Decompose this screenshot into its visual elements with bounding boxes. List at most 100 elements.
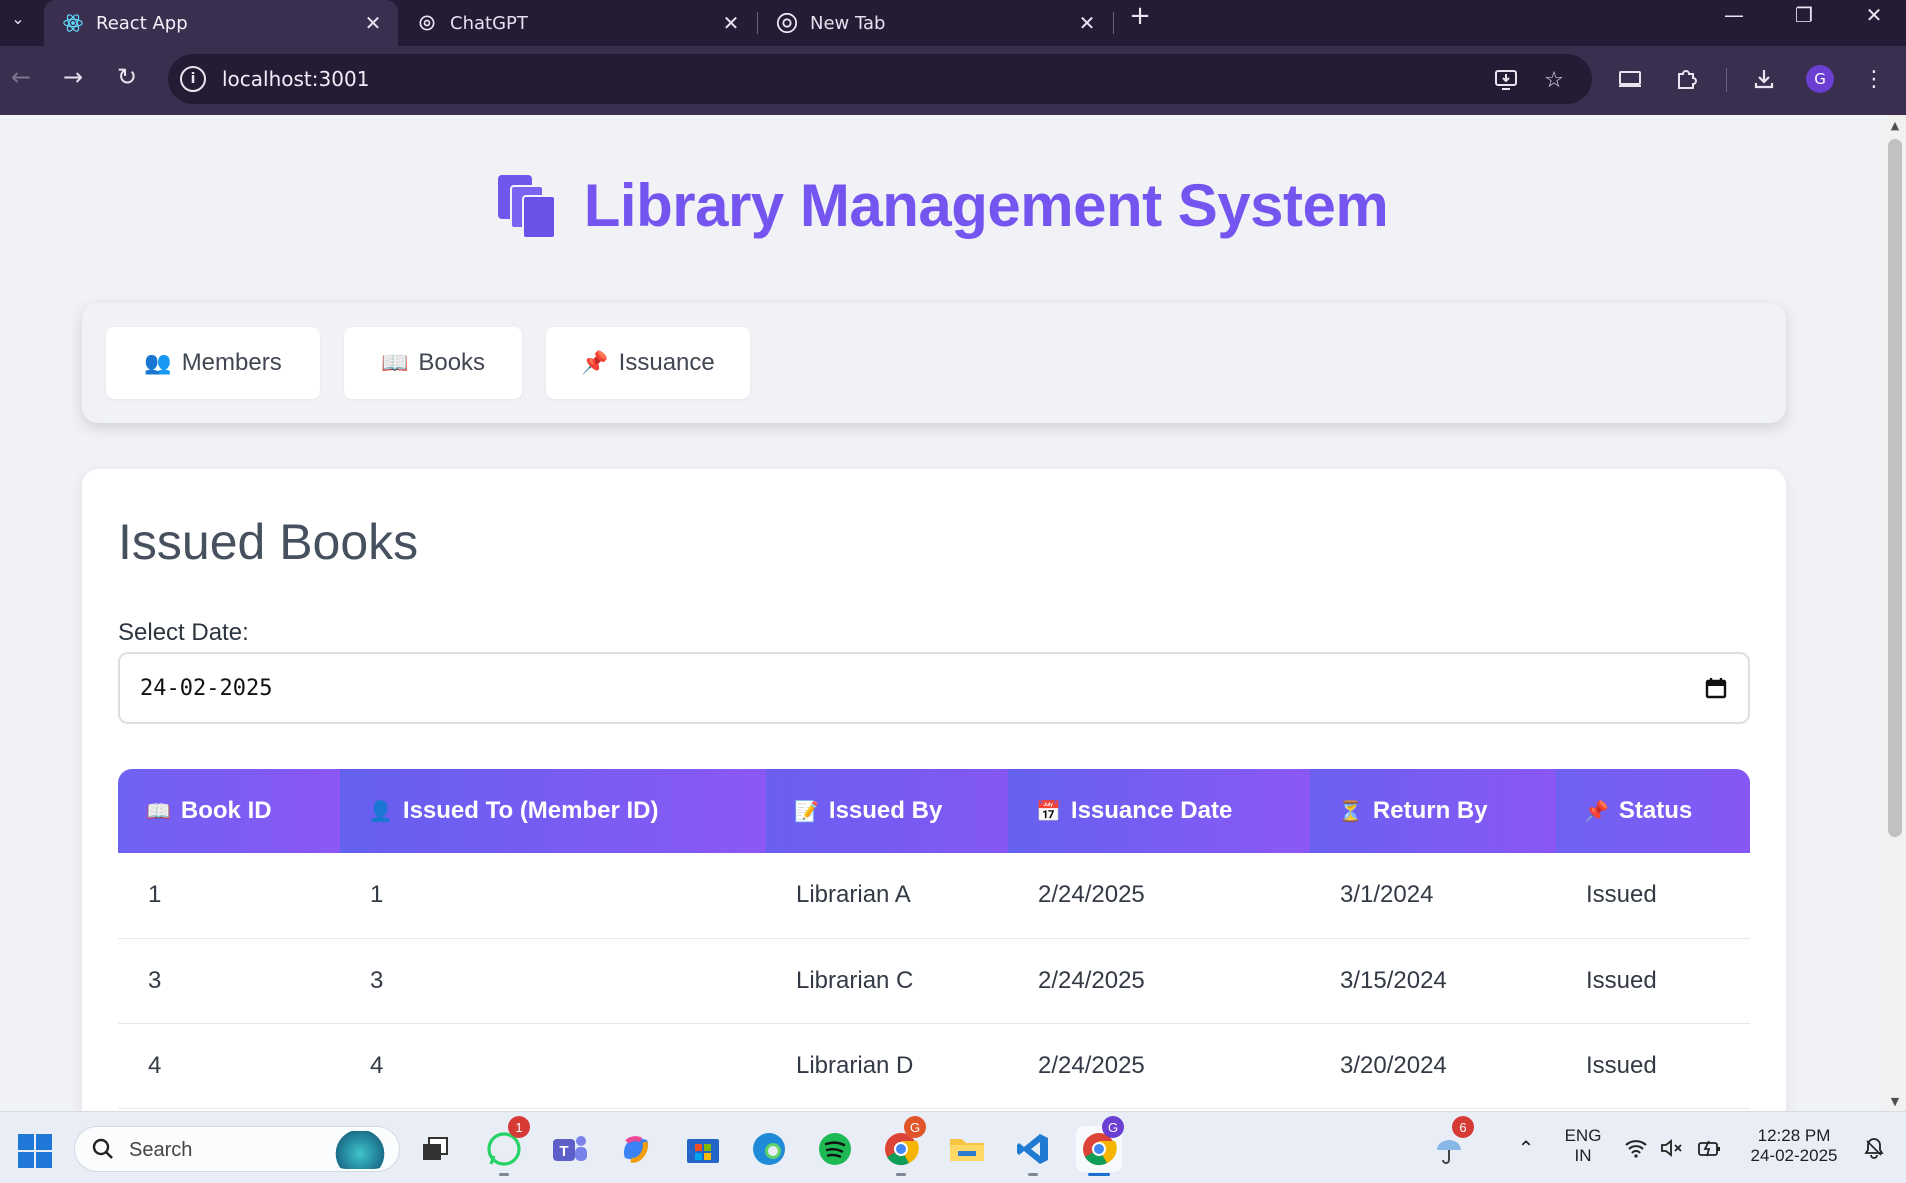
close-icon[interactable]: ✕ xyxy=(720,11,742,35)
browser-tabstrip: ⌄ React App ✕ ChatGPT ✕ New Tab ✕ + — ❐ … xyxy=(0,0,1906,46)
cell-book-id: 1 xyxy=(148,881,162,909)
nav-books-button[interactable]: 📖 Books xyxy=(344,327,522,399)
scroll-down-arrow-icon[interactable]: ▼ xyxy=(1884,1091,1906,1111)
notifications-bell-icon[interactable] xyxy=(1860,1134,1888,1162)
cell-issued-by: Librarian C xyxy=(796,966,914,994)
close-icon[interactable]: ✕ xyxy=(1076,11,1098,35)
cell-return-by: 3/1/2024 xyxy=(1340,881,1434,909)
reload-icon[interactable]: ↻ xyxy=(110,60,144,94)
chrome-profile-badge: G xyxy=(1102,1116,1124,1138)
vscode-icon[interactable] xyxy=(1010,1126,1056,1172)
close-icon[interactable]: ✕ xyxy=(362,11,384,35)
running-indicator xyxy=(499,1173,509,1176)
pushpin-icon: 📌 xyxy=(1584,801,1609,823)
cell-book-id: 4 xyxy=(148,1051,162,1079)
cell-status: Issued xyxy=(1586,1051,1657,1079)
nav-label: Members xyxy=(181,349,282,376)
restore-icon[interactable]: ❐ xyxy=(1776,0,1832,30)
weather-badge: 6 xyxy=(1452,1116,1474,1138)
cell-issuance-date: 2/24/2025 xyxy=(1038,881,1145,909)
language-indicator[interactable]: ENG IN xyxy=(1560,1126,1606,1166)
calendar-icon: 📅 xyxy=(1036,801,1061,823)
speaker-muted-icon[interactable] xyxy=(1658,1134,1686,1162)
search-placeholder: Search xyxy=(129,1139,193,1161)
back-arrow-icon[interactable]: ← xyxy=(4,60,38,94)
search-icon xyxy=(91,1137,117,1163)
column-header-return-by[interactable]: ⏳ Return By xyxy=(1310,769,1556,853)
weather-umbrella-icon[interactable] xyxy=(1432,1134,1466,1168)
section-title: Issued Books xyxy=(118,514,419,570)
tab-separator xyxy=(1113,12,1114,34)
page-title: Library Management System xyxy=(583,172,1389,239)
page-viewport: Library Management System 👥 Members 📖 Bo… xyxy=(0,115,1884,1111)
running-indicator xyxy=(1088,1173,1110,1176)
issued-books-table: 📖 Book ID 👤 Issued To (Member ID) 📝 Issued … xyxy=(118,769,1750,1109)
whatsapp-badge: 1 xyxy=(508,1116,530,1138)
site-info-icon[interactable]: i xyxy=(180,66,206,92)
teams-icon[interactable]: T xyxy=(547,1126,593,1172)
toolbar-separator xyxy=(1726,68,1727,92)
downloads-icon[interactable] xyxy=(1748,63,1780,95)
column-header-issuance-date[interactable]: 📅 Issuance Date xyxy=(1008,769,1310,853)
date-input[interactable] xyxy=(118,652,1750,724)
cell-status: Issued xyxy=(1586,966,1657,994)
minimize-icon[interactable]: — xyxy=(1706,0,1762,30)
nav-members-button[interactable]: 👥 Members xyxy=(106,327,320,399)
scroll-up-arrow-icon[interactable]: ▲ xyxy=(1884,115,1906,135)
forward-arrow-icon[interactable]: → xyxy=(56,60,90,94)
show-hidden-icons-chevron-icon[interactable]: ⌃ xyxy=(1512,1134,1540,1162)
cell-issued-to: 3 xyxy=(370,966,384,994)
install-app-icon[interactable] xyxy=(1492,66,1520,94)
more-menu-icon[interactable]: ⋮ xyxy=(1858,63,1890,95)
tab-search-dropdown-icon[interactable]: ⌄ xyxy=(4,4,32,32)
column-header-book-id[interactable]: 📖 Book ID xyxy=(118,769,340,853)
task-view-icon[interactable] xyxy=(412,1126,458,1172)
page-scrollbar[interactable]: ▲ ▼ xyxy=(1884,115,1906,1111)
tab-new-tab[interactable]: New Tab ✕ xyxy=(758,0,1112,46)
books-stack-icon xyxy=(496,174,560,239)
battery-charging-icon[interactable] xyxy=(1696,1134,1724,1162)
windows-taskbar: Search 1 T G G 6 ⌃ ENG IN 12:28 PM 24-02… xyxy=(0,1111,1906,1183)
main-nav: 👥 Members 📖 Books 📌 Issuance xyxy=(82,303,1786,423)
cell-issued-to: 4 xyxy=(370,1051,384,1079)
date-label: Select Date: xyxy=(118,619,249,646)
cell-issued-by: Librarian D xyxy=(796,1051,914,1079)
running-indicator xyxy=(1028,1173,1038,1176)
clock[interactable]: 12:28 PM 24-02-2025 xyxy=(1736,1126,1852,1166)
new-tab-plus-icon[interactable]: + xyxy=(1126,1,1154,31)
window-close-icon[interactable]: ✕ xyxy=(1846,0,1902,30)
copilot-icon[interactable] xyxy=(613,1126,659,1172)
column-header-issued-by[interactable]: 📝 Issued By xyxy=(766,769,1008,853)
microsoft-store-icon[interactable] xyxy=(680,1126,726,1172)
edge-icon[interactable] xyxy=(746,1126,792,1172)
tab-title: New Tab xyxy=(810,12,886,34)
wifi-icon[interactable] xyxy=(1622,1134,1650,1162)
table-row: 1 1 Librarian A 2/24/2025 3/1/2024 Issue… xyxy=(118,853,1750,938)
pushpin-icon: 📌 xyxy=(581,350,609,375)
svg-text:T: T xyxy=(559,1143,568,1160)
scrollbar-thumb[interactable] xyxy=(1888,139,1902,837)
open-book-icon: 📖 xyxy=(380,350,409,375)
cast-icon[interactable] xyxy=(1614,63,1646,95)
address-bar[interactable]: i localhost:3001 ☆ xyxy=(168,54,1592,104)
person-icon: 👤 xyxy=(368,801,393,823)
search-highlight-image-icon xyxy=(327,1131,393,1169)
taskbar-search-box[interactable]: Search xyxy=(74,1126,400,1172)
tab-chatgpt[interactable]: ChatGPT ✕ xyxy=(398,0,756,46)
spotify-icon[interactable] xyxy=(812,1126,858,1172)
table-row: 3 3 Librarian C 2/24/2025 3/15/2024 Issu… xyxy=(118,938,1750,1023)
file-explorer-icon[interactable] xyxy=(944,1126,990,1172)
bookmark-star-icon[interactable]: ☆ xyxy=(1540,66,1568,94)
calendar-icon[interactable] xyxy=(1704,676,1728,700)
issued-books-card: Issued Books Select Date: 📖Book ID 👤Issu… xyxy=(82,469,1786,1111)
hourglass-icon: ⏳ xyxy=(1338,801,1363,823)
chrome-profile-badge: G xyxy=(904,1116,926,1138)
url-text[interactable]: localhost:3001 xyxy=(222,67,369,91)
column-header-issued-to[interactable]: 👤 Issued To (Member ID) xyxy=(340,769,766,853)
profile-avatar[interactable]: G xyxy=(1806,65,1834,93)
windows-start-icon[interactable] xyxy=(18,1134,52,1168)
extensions-puzzle-icon[interactable] xyxy=(1670,63,1702,95)
tab-react-app[interactable]: React App ✕ xyxy=(44,0,398,46)
nav-issuance-button[interactable]: 📌 Issuance xyxy=(546,327,750,399)
column-header-status[interactable]: 📌 Status xyxy=(1556,769,1750,853)
